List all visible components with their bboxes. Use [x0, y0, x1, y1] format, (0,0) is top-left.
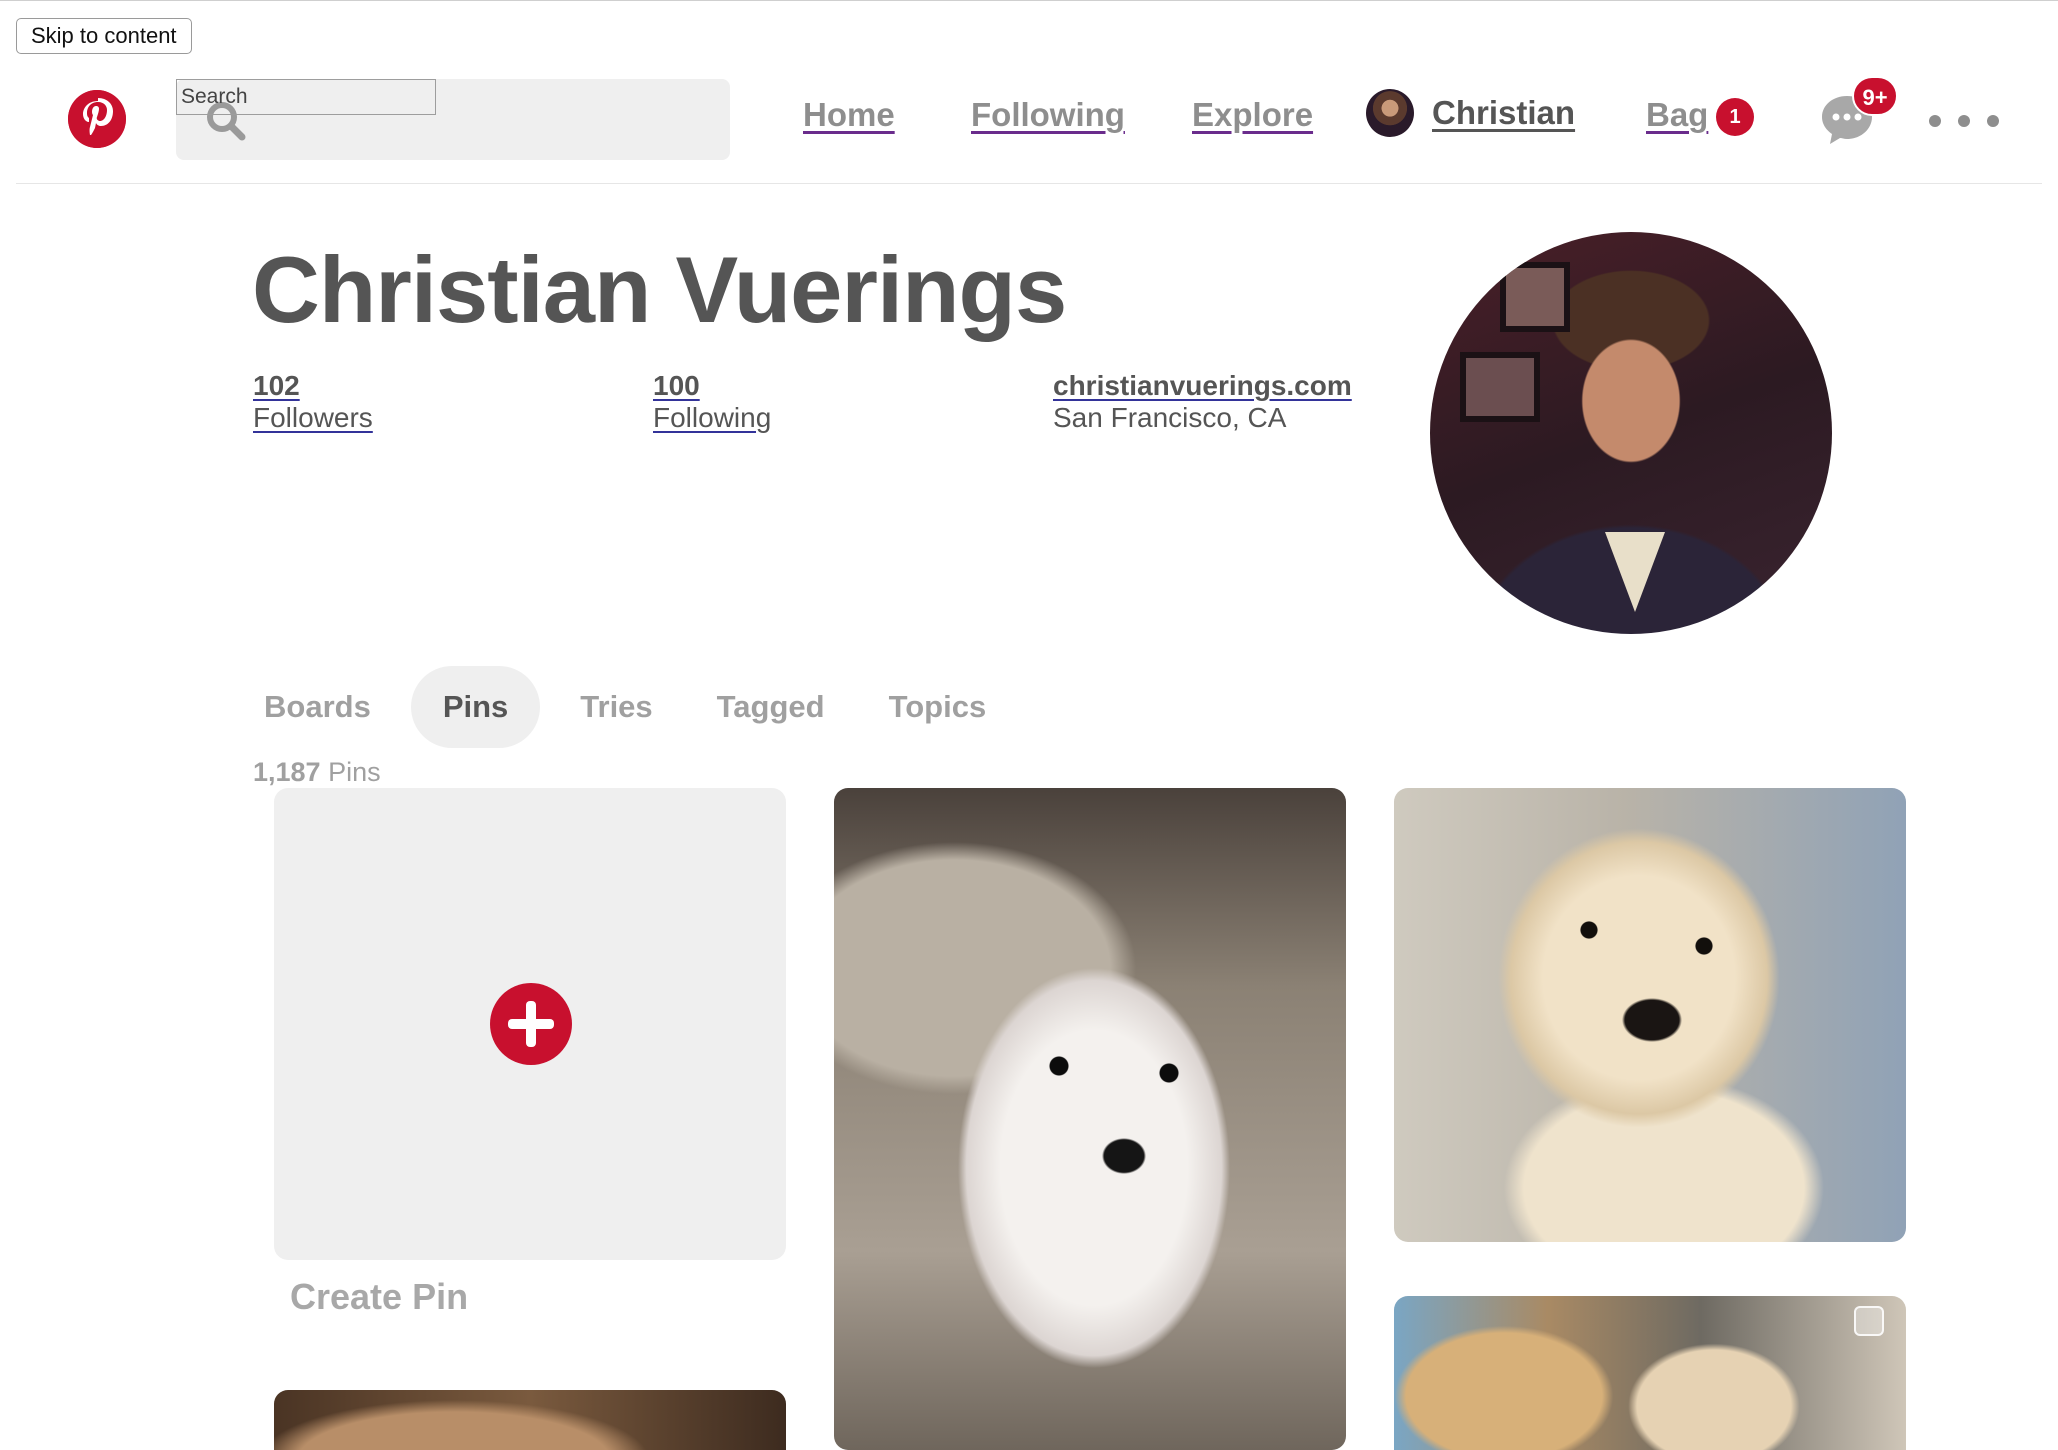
followers-label-link[interactable]: Followers [253, 402, 373, 434]
profile-tabs: Boards Pins Tries Tagged Topics [240, 666, 1026, 748]
pins-count-number: 1,187 [253, 757, 321, 787]
pins-count-label: Pins [328, 757, 381, 787]
shirt-detail [1605, 532, 1665, 612]
nav-profile-label: Christian [1432, 94, 1576, 131]
nav-home-link[interactable]: Home [803, 96, 895, 134]
nav-bag-link[interactable]: Bag [1646, 96, 1708, 134]
create-pin-label[interactable]: Create Pin [290, 1276, 468, 1318]
nav-explore-link[interactable]: Explore [1192, 96, 1313, 134]
background-frame [1460, 352, 1540, 422]
nav-profile-link[interactable]: Christian [1366, 86, 1575, 140]
search-box[interactable] [176, 79, 730, 160]
search-input[interactable] [176, 79, 436, 115]
pin-image-maltese-dog[interactable] [834, 788, 1346, 1450]
messages-count-badge: 9+ [1852, 76, 1898, 116]
followers-count: 102 [253, 370, 300, 401]
tab-topics[interactable]: Topics [865, 666, 1011, 748]
add-icon[interactable] [490, 983, 572, 1065]
window-top-border [0, 0, 2058, 1]
following-count: 100 [653, 370, 700, 401]
avatar [1366, 89, 1414, 137]
profile-name: Christian Vuerings [252, 237, 1067, 342]
skip-to-content-link[interactable]: Skip to content [16, 18, 192, 54]
pin-image-sleeping-golden-retriever[interactable] [1394, 1296, 1906, 1450]
website-block: christianvuerings.com San Francisco, CA [1053, 370, 1352, 434]
pins-count: 1,187 Pins [253, 757, 381, 788]
visual-search-icon[interactable] [1854, 1306, 1884, 1336]
tab-tries[interactable]: Tries [556, 666, 676, 748]
top-nav-bar: Home Following Explore Christian Bag 1 9… [16, 66, 2042, 184]
following-label-link[interactable]: Following [653, 402, 771, 434]
pin-image-dog[interactable] [274, 1390, 786, 1450]
tab-boards[interactable]: Boards [240, 666, 395, 748]
more-options-icon[interactable] [1929, 109, 1999, 133]
bag-count-badge: 1 [1716, 98, 1754, 136]
background-frame [1500, 262, 1570, 332]
location-text: San Francisco, CA [1053, 402, 1287, 433]
following-stat[interactable]: 100 Following [653, 370, 771, 434]
tab-pins[interactable]: Pins [410, 666, 541, 748]
followers-stat[interactable]: 102 Followers [253, 370, 373, 434]
pin-image-labrador-puppy[interactable] [1394, 788, 1906, 1242]
nav-following-link[interactable]: Following [971, 96, 1125, 134]
website-link[interactable]: christianvuerings.com [1053, 370, 1352, 402]
profile-photo [1430, 232, 1832, 634]
followers-link[interactable]: 102 [253, 370, 373, 402]
following-link[interactable]: 100 [653, 370, 771, 402]
pinterest-logo-icon[interactable] [68, 90, 126, 148]
tab-tagged[interactable]: Tagged [693, 666, 849, 748]
